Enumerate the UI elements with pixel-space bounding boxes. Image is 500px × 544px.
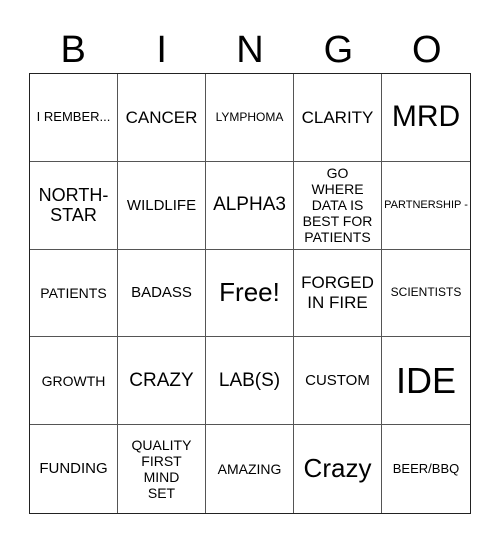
bingo-cell[interactable]: GO WHERE DATA IS BEST FOR PATIENTS <box>294 161 382 250</box>
header-letter-g: G <box>323 29 354 71</box>
bingo-cell[interactable]: CLARITY <box>294 74 382 162</box>
bingo-header: B I N G O <box>29 28 471 73</box>
bingo-cell[interactable]: WILDLIFE <box>118 161 206 250</box>
bingo-cell[interactable]: NORTH-STAR <box>30 161 118 250</box>
header-letter-i: I <box>156 29 167 71</box>
bingo-cell[interactable]: CUSTOM <box>294 337 382 426</box>
bingo-cell[interactable]: ALPHA3 <box>206 161 294 250</box>
bingo-cell[interactable]: AMAZING <box>206 425 294 513</box>
bingo-cell[interactable]: QUALITY FIRST MIND SET <box>118 425 206 513</box>
bingo-grid: I REMBER... CANCER LYMPHOMA CLARITY MRD … <box>29 73 471 514</box>
bingo-cell[interactable]: PATIENTS <box>30 249 118 338</box>
bingo-cell[interactable]: BEER/BBQ <box>382 425 470 513</box>
bingo-cell[interactable]: FUNDING <box>30 425 118 513</box>
free-space[interactable]: Free! <box>206 249 294 338</box>
header-letter-b: B <box>60 29 86 71</box>
bingo-cell[interactable]: IDE <box>382 337 470 426</box>
bingo-cell[interactable]: SCIENTISTS <box>382 250 470 338</box>
bingo-cell[interactable]: FORGED IN FIRE <box>294 249 382 338</box>
header-letter-o: O <box>412 29 442 71</box>
bingo-cell[interactable]: BADASS <box>118 249 206 338</box>
bingo-cell[interactable]: CRAZY <box>118 337 206 426</box>
bingo-cell[interactable]: LAB(S) <box>206 337 294 426</box>
bingo-cell[interactable]: LYMPHOMA <box>206 74 294 162</box>
bingo-cell[interactable]: CANCER <box>118 74 206 162</box>
bingo-cell[interactable]: I REMBER... <box>30 74 118 162</box>
bingo-cell[interactable]: Crazy <box>294 425 382 513</box>
bingo-cell[interactable]: MRD <box>382 74 470 162</box>
bingo-cell[interactable]: PARTNERSHIP - <box>382 162 470 250</box>
bingo-cell[interactable]: GROWTH <box>30 337 118 426</box>
header-letter-n: N <box>236 29 264 71</box>
